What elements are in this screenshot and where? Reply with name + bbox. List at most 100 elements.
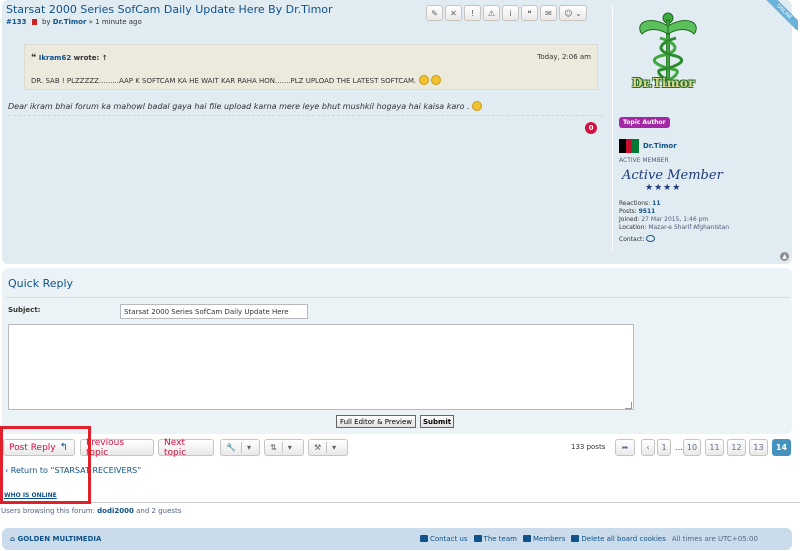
separator	[240, 442, 242, 453]
profile-contact: Contact:	[619, 235, 729, 244]
page-link[interactable]: 13	[749, 439, 768, 456]
profile-joined: Joined: 27 Mar 2015, 1:46 pm	[619, 216, 729, 224]
page-link[interactable]: 11	[705, 439, 724, 456]
quote-icon[interactable]: ❝	[521, 5, 538, 21]
post-body: Dear ikram bhai forum ka mahowl badal ga…	[8, 101, 483, 111]
post-author-link[interactable]: Dr.Timor	[53, 18, 87, 26]
subject-label: Subject:	[8, 306, 41, 314]
posts-value[interactable]: 9511	[639, 208, 656, 215]
quote-block: ❝ Ikram62 wrote: ↑ Today, 2:06 am DR. SA…	[24, 44, 598, 90]
page-link[interactable]: 10	[683, 439, 701, 456]
team-label: The team	[483, 535, 517, 543]
pagination-ellipsis: …	[675, 443, 683, 452]
topic-author-badge: Topic Author	[619, 117, 670, 128]
reaction-count-badge[interactable]: 0	[585, 122, 597, 134]
divider	[6, 297, 790, 298]
delete-icon[interactable]: ✕	[445, 5, 462, 21]
page-link[interactable]: 1	[657, 439, 671, 456]
page-link[interactable]: 12	[727, 439, 746, 456]
joined-value: 27 Mar 2015, 1:46 pm	[641, 216, 709, 223]
chevron-down-icon: ▾	[287, 443, 292, 452]
reaction-icon[interactable]: ☺ ⌄	[559, 5, 587, 21]
delete-cookies-link[interactable]: Delete all board cookies	[571, 535, 666, 543]
edit-icon[interactable]: ✎	[426, 5, 443, 21]
separator	[326, 442, 328, 453]
divider	[612, 6, 613, 252]
delete-cookies-label: Delete all board cookies	[581, 535, 666, 543]
team-link[interactable]: The team	[473, 535, 517, 543]
flag-stripe	[619, 139, 626, 153]
smiley-icon	[418, 75, 429, 85]
separator	[281, 442, 283, 453]
quote-author-link[interactable]: Ikram62	[39, 54, 71, 62]
rank-stars: ★★★★	[645, 183, 682, 193]
profile-reactions: Reactions: 11	[619, 200, 729, 208]
hammer-icon: ⚒	[314, 443, 322, 452]
highlight-box	[0, 426, 91, 504]
profile-posts: Posts: 9511	[619, 208, 729, 216]
message-textarea[interactable]	[8, 324, 634, 410]
shield-icon	[473, 535, 482, 542]
profile-location: Location: Mazar-e Sharif Afghanistan	[619, 224, 729, 232]
quote-time: Today, 2:06 am	[537, 53, 591, 61]
post-title[interactable]: Starsat 2000 Series SofCam Daily Update …	[6, 3, 333, 16]
footer-links: Contact us The team Members Delete all b…	[420, 535, 758, 543]
back-to-top-icon[interactable]: ▲	[780, 252, 789, 261]
resize-handle[interactable]	[625, 402, 632, 409]
full-editor-button[interactable]: Full Editor & Preview	[336, 415, 416, 428]
previous-topic-button[interactable]: Previous topic	[80, 438, 154, 458]
joined-label: Joined:	[619, 216, 640, 223]
posts-label: Posts:	[619, 208, 637, 215]
chevron-down-icon: ▾	[332, 443, 337, 452]
trash-icon	[571, 535, 580, 542]
footer-brand-link[interactable]: ⌂ GOLDEN MULTIMEDIA	[10, 535, 101, 543]
wrench-icon: 🔧	[226, 443, 236, 452]
reactions-label: Reactions:	[619, 200, 651, 207]
users-icon	[522, 535, 531, 542]
profile-details: Reactions: 11 Posts: 9511 Joined: 27 Mar…	[619, 200, 729, 244]
previous-page-icon[interactable]: ‹	[641, 439, 655, 456]
mail-icon[interactable]: ✉	[540, 5, 557, 21]
post-meta: #133 by Dr.Timor » 1 minute ago	[6, 18, 142, 26]
browsing-suffix: and 2 guests	[136, 507, 182, 515]
divider	[0, 502, 800, 503]
info-icon[interactable]: i	[502, 5, 519, 21]
quote-mark-icon: ❝	[31, 53, 37, 63]
posts-count: 133 posts	[571, 443, 606, 451]
report-icon[interactable]: !	[464, 5, 481, 21]
topic-tools-button[interactable]: 🔧 ▾	[220, 439, 260, 456]
quote-body: DR. SAB ! PLZZZZZ.........AAP K SOFTCAM …	[31, 77, 417, 85]
profile-username[interactable]: Dr.Timor	[643, 142, 677, 150]
contact-label: Contact:	[619, 236, 645, 243]
page-current[interactable]: 14	[772, 439, 791, 456]
members-label: Members	[532, 535, 566, 543]
reactions-value[interactable]: 11	[652, 200, 660, 207]
contact-us-link[interactable]: Contact us	[420, 535, 468, 543]
location-label: Location:	[619, 224, 647, 231]
post-by: by	[41, 18, 51, 26]
submit-button[interactable]: Submit	[420, 415, 454, 428]
contact-us-label: Contact us	[430, 535, 468, 543]
online-label: ONLINE	[759, 0, 798, 30]
sort-button[interactable]: ⇅ ▾	[264, 439, 304, 456]
jump-to-page-icon[interactable]: ➦	[615, 439, 635, 456]
envelope-icon	[420, 535, 428, 542]
browsing-prefix: Users browsing this forum:	[1, 507, 95, 515]
quote-wrote[interactable]: wrote: ↑	[74, 54, 108, 62]
subject-input[interactable]	[120, 304, 308, 319]
browsing-users: Users browsing this forum: dodi2000 and …	[1, 507, 181, 515]
browsing-user-link[interactable]: dodi2000	[97, 507, 134, 515]
quote-header: ❝ Ikram62 wrote: ↑	[31, 53, 108, 63]
contact-icon[interactable]	[646, 235, 656, 242]
warn-icon[interactable]: ⚠	[483, 5, 500, 21]
location-value: Mazar-e Sharif Afghanistan	[648, 224, 730, 231]
post-number[interactable]: #133	[6, 18, 26, 26]
post-toolbar: ✎ ✕ ! ⚠ i ❝ ✉ ☺ ⌄	[426, 5, 587, 21]
quick-reply-title: Quick Reply	[8, 277, 74, 290]
moderator-tools-button[interactable]: ⚒ ▾	[308, 439, 348, 456]
post-body-text: Dear ikram bhai forum ka mahowl badal ga…	[8, 102, 470, 111]
members-link[interactable]: Members	[522, 535, 566, 543]
rank-image: Active Member	[622, 168, 723, 183]
online-ribbon: ONLINE	[758, 0, 798, 30]
next-topic-button[interactable]: Next topic	[158, 438, 214, 458]
